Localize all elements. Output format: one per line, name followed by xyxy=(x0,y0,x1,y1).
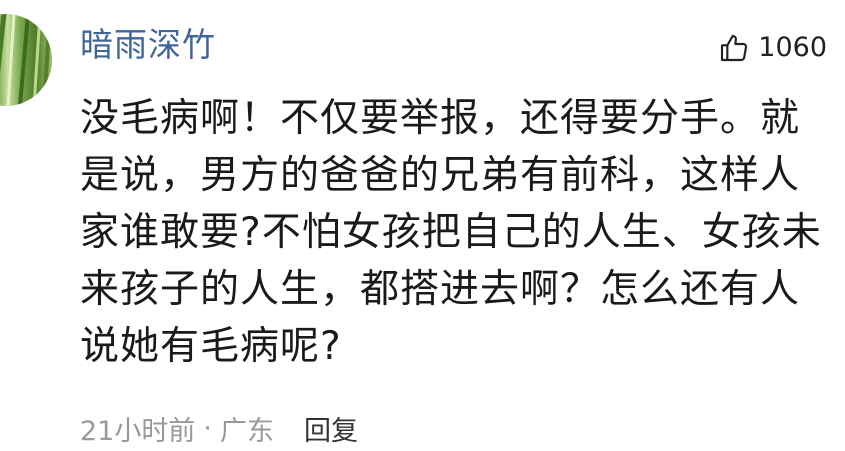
like-button[interactable]: 1060 xyxy=(718,28,827,68)
reply-button[interactable]: 回复 xyxy=(304,409,358,448)
username[interactable]: 暗雨深竹 xyxy=(80,22,216,68)
avatar[interactable] xyxy=(0,14,52,106)
thumbs-up-icon xyxy=(721,34,748,62)
bamboo-avatar-icon xyxy=(0,14,52,106)
like-count: 1060 xyxy=(758,32,827,63)
meta-separator: · xyxy=(203,412,212,444)
location: 广东 xyxy=(219,415,274,447)
comment-meta: 21小时前 · 广东 回复 xyxy=(80,408,358,448)
comment-text: 没毛病啊！不仅要举报，还得要分手。就是说，男方的爸爸的兄弟有前科，这样人家谁敢要… xyxy=(80,96,822,369)
timestamp: 21小时前 xyxy=(80,415,196,447)
